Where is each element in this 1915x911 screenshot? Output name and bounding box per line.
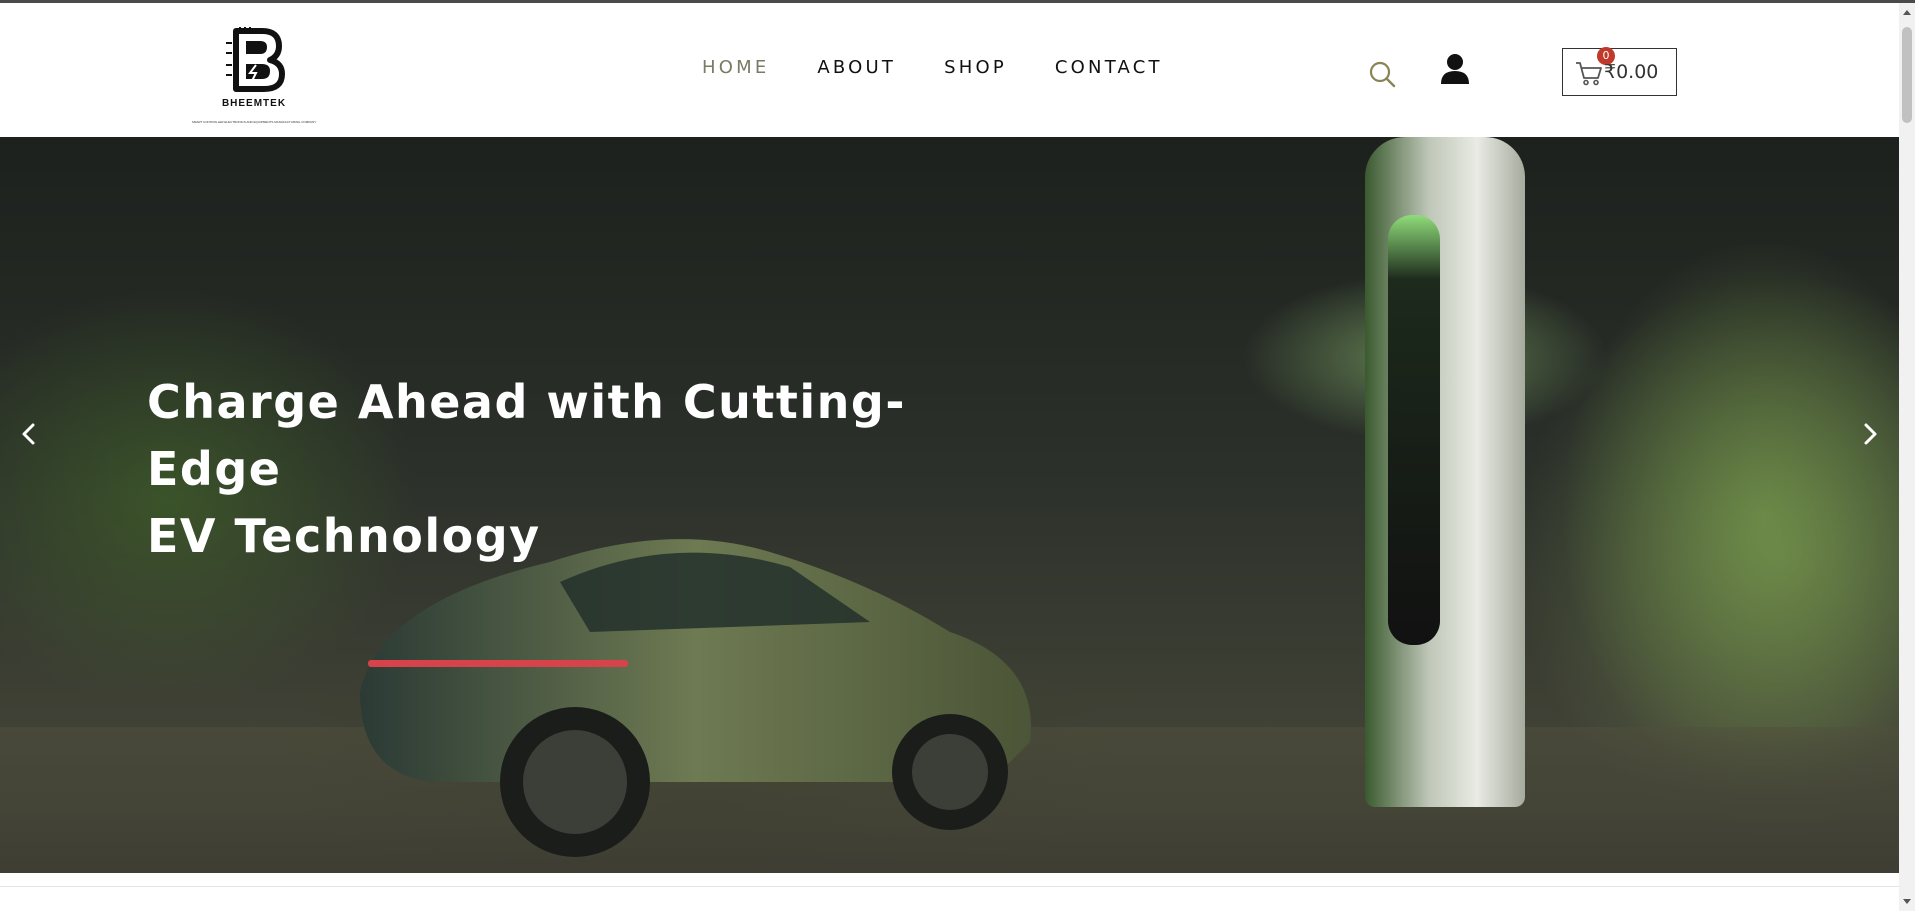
search-icon[interactable] [1368,60,1396,88]
cart-icon [1576,62,1602,86]
scroll-up-icon[interactable] [1899,5,1915,21]
chevron-right-icon[interactable] [1855,419,1885,449]
cart-total: ₹0.00 [1604,61,1659,83]
site-logo[interactable]: BHEEMTEK SMART CONTROLLER ELECTRONICS AN… [166,25,342,131]
scrollbar-thumb[interactable] [1902,27,1912,123]
hero-slider: Charge Ahead with Cutting-Edge EV Techno… [0,137,1899,873]
hero-title: Charge Ahead with Cutting-Edge EV Techno… [147,369,1027,570]
hero-title-line-2: EV Technology [147,509,541,563]
section-divider [0,886,1899,887]
nav-home[interactable]: HOME [702,57,769,78]
hero-title-line-1: Charge Ahead with Cutting-Edge [147,375,906,496]
main-nav: HOME ABOUT SHOP CONTACT [702,55,1211,79]
page-scrollbar[interactable] [1899,3,1915,911]
chevron-left-icon[interactable] [14,419,44,449]
nav-about[interactable]: ABOUT [817,57,896,78]
nav-shop[interactable]: SHOP [944,57,1007,78]
hero-bg-plants-right [1560,237,1899,797]
site-header: BHEEMTEK SMART CONTROLLER ELECTRONICS AN… [0,3,1898,137]
user-icon[interactable] [1440,53,1470,85]
logo-name: BHEEMTEK [221,98,287,109]
logo-tagline: SMART CONTROLLER ELECTRONICS AND EQUIPME… [191,120,317,124]
scroll-down-icon[interactable] [1899,893,1915,909]
cart-button[interactable]: 0 ₹0.00 [1562,47,1677,96]
logo-mark [226,27,285,92]
nav-contact[interactable]: CONTACT [1055,57,1163,78]
charging-station-panel [1388,215,1440,645]
